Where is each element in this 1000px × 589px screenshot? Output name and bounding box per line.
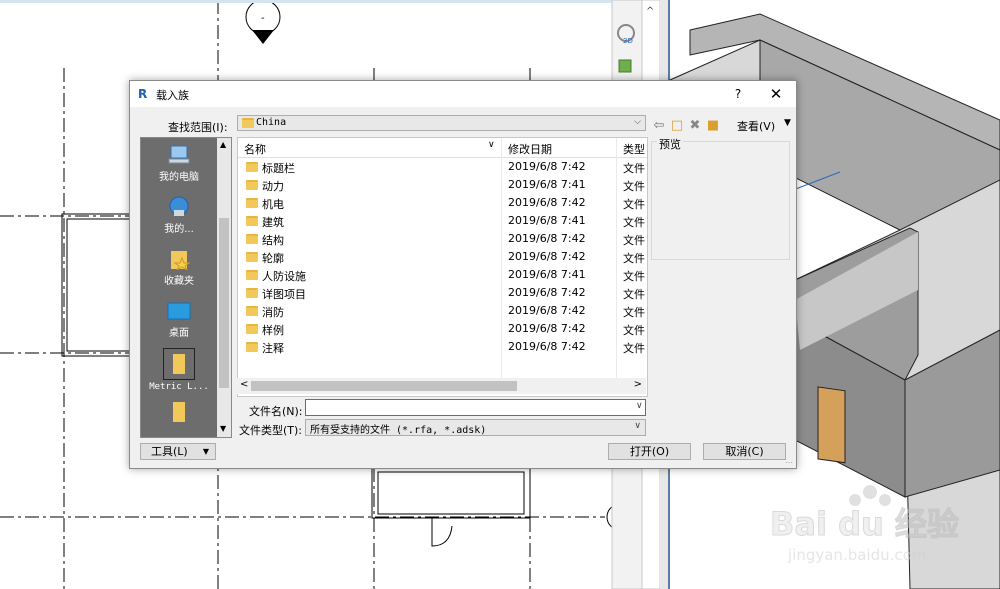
desktop-icon bbox=[166, 300, 192, 322]
filename-dropdown-icon[interactable]: ∨ bbox=[636, 401, 643, 411]
filetype-label: 文件类型(T): bbox=[239, 424, 303, 437]
list-item[interactable]: 结构 2019/6/8 7:42 文件 bbox=[238, 230, 647, 248]
close-button[interactable]: ✕ bbox=[764, 84, 788, 104]
svg-text:^: ^ bbox=[646, 6, 654, 17]
place-folder[interactable] bbox=[141, 400, 217, 424]
view-2d-label: 2D bbox=[623, 37, 633, 45]
scroll-right-icon[interactable]: > bbox=[634, 379, 642, 390]
list-item[interactable]: 注释 2019/6/8 7:42 文件 bbox=[238, 338, 647, 356]
preview-label: 预览 bbox=[657, 136, 683, 152]
revit-logo-icon: R bbox=[138, 87, 148, 101]
folder-icon bbox=[246, 234, 258, 244]
resize-grip-icon[interactable]: ⋯ bbox=[785, 458, 793, 467]
folder-icon bbox=[246, 324, 258, 334]
folder-icon bbox=[246, 162, 258, 172]
lookin-combo[interactable]: China ⌵ bbox=[237, 115, 646, 131]
preview-pane bbox=[651, 141, 790, 260]
scroll-up-icon[interactable]: ▲ bbox=[220, 140, 226, 149]
hscroll-thumb[interactable] bbox=[251, 381, 517, 391]
place-favorites[interactable]: 收藏夹 bbox=[141, 248, 217, 287]
list-item[interactable]: 消防 2019/6/8 7:42 文件 bbox=[238, 302, 647, 320]
places-scrollbar[interactable]: ▲ ▼ bbox=[217, 138, 231, 437]
column-modified[interactable]: 修改日期 bbox=[508, 141, 552, 157]
list-item[interactable]: 机电 2019/6/8 7:42 文件 bbox=[238, 194, 647, 212]
place-label: 我的... bbox=[164, 224, 194, 235]
scroll-down-icon[interactable]: ▼ bbox=[220, 424, 226, 433]
scroll-left-icon[interactable]: < bbox=[240, 379, 248, 390]
zoom-region-icon bbox=[618, 59, 632, 73]
dialog-title: 载入族 bbox=[156, 89, 189, 102]
folder-icon bbox=[246, 252, 258, 262]
folder-icon bbox=[246, 288, 258, 298]
up-folder-icon[interactable]: □ bbox=[670, 119, 684, 133]
filetype-value: 所有受支持的文件 (*.rfa, *.adsk) bbox=[310, 425, 487, 436]
filename-input[interactable] bbox=[305, 399, 646, 416]
favorites-folder-icon bbox=[166, 248, 192, 272]
view-menu[interactable]: 查看(V) bbox=[737, 118, 775, 134]
dialog-titlebar[interactable]: R 载入族 ? ✕ bbox=[130, 81, 796, 107]
cancel-button[interactable]: 取消(C) bbox=[703, 443, 786, 460]
list-item[interactable]: 人防设施 2019/6/8 7:41 文件 bbox=[238, 266, 647, 284]
folder-icon bbox=[246, 180, 258, 190]
filetype-combo[interactable]: 所有受支持的文件 (*.rfa, *.adsk) ∨ bbox=[305, 419, 646, 436]
column-type[interactable]: 类型 bbox=[623, 141, 645, 157]
chevron-down-icon: ∨ bbox=[634, 421, 641, 431]
place-label: 收藏夹 bbox=[164, 276, 194, 287]
view-menu-arrow-icon[interactable]: ▼ bbox=[784, 118, 791, 128]
lookin-value: China bbox=[256, 117, 287, 128]
load-family-dialog: R 载入族 ? ✕ 查找范围(I): China ⌵ ⇦ □ ✖ ■ 查看(V)… bbox=[129, 80, 797, 469]
place-desktop[interactable]: 桌面 bbox=[141, 300, 217, 339]
network-icon bbox=[166, 196, 192, 218]
list-item[interactable]: 样例 2019/6/8 7:42 文件 bbox=[238, 320, 647, 338]
tools-button[interactable]: 工具(L) ▼ bbox=[140, 443, 216, 460]
list-item[interactable]: 标题栏 2019/6/8 7:42 文件 bbox=[238, 158, 647, 176]
lookin-label: 查找范围(I): bbox=[168, 121, 228, 134]
list-header: 名称 ^ ∨ 修改日期 类型 bbox=[238, 137, 647, 378]
place-label: 我的电脑 bbox=[159, 172, 199, 183]
file-list-hscrollbar[interactable]: < > bbox=[237, 378, 646, 394]
list-item[interactable]: 轮廓 2019/6/8 7:42 文件 bbox=[238, 248, 647, 266]
help-button[interactable]: ? bbox=[728, 85, 748, 103]
folder-icon bbox=[242, 118, 254, 128]
column-filter-icon[interactable]: ∨ bbox=[488, 140, 495, 150]
place-metric-library[interactable]: Metric L... bbox=[141, 348, 217, 392]
folder-icon bbox=[166, 400, 192, 422]
place-label: Metric L... bbox=[149, 382, 209, 392]
computer-icon bbox=[166, 144, 192, 166]
place-network[interactable]: 我的... bbox=[141, 196, 217, 235]
watermark-logo-text: Bai du 经验 bbox=[770, 505, 959, 543]
places-bar: 我的电脑 我的... 收藏夹 桌面 Metric L... ▲ ▼ bbox=[140, 137, 232, 438]
new-folder-icon[interactable]: ■ bbox=[706, 119, 720, 133]
open-button[interactable]: 打开(O) bbox=[608, 443, 691, 460]
sort-ascending-icon: ^ bbox=[366, 137, 374, 145]
place-label: 桌面 bbox=[169, 328, 189, 339]
folder-icon bbox=[246, 198, 258, 208]
back-icon[interactable]: ⇦ bbox=[652, 119, 666, 133]
place-my-computer[interactable]: 我的电脑 bbox=[141, 144, 217, 183]
filename-label: 文件名(N): bbox=[249, 405, 303, 418]
chevron-down-icon: ⌵ bbox=[634, 117, 641, 127]
list-item[interactable]: 详图项目 2019/6/8 7:42 文件 bbox=[238, 284, 647, 302]
watermark-url: jingyan.baidu.com bbox=[787, 546, 926, 564]
tools-arrow-icon: ▼ bbox=[202, 447, 209, 456]
folder-icon bbox=[246, 306, 258, 316]
folder-icon bbox=[246, 216, 258, 226]
list-item[interactable]: 建筑 2019/6/8 7:41 文件 bbox=[238, 212, 647, 230]
places-scroll-thumb[interactable] bbox=[219, 218, 229, 388]
delete-icon[interactable]: ✖ bbox=[688, 119, 702, 133]
folder-icon bbox=[246, 342, 258, 352]
list-item[interactable]: 动力 2019/6/8 7:41 文件 bbox=[238, 176, 647, 194]
column-name[interactable]: 名称 bbox=[244, 141, 266, 157]
file-list[interactable]: 名称 ^ ∨ 修改日期 类型 标题栏 2019/6/8 7:42 文件 动力 2019… bbox=[237, 137, 648, 397]
library-folder-icon bbox=[163, 348, 195, 380]
svg-text:-: - bbox=[261, 13, 265, 24]
door bbox=[817, 386, 846, 464]
folder-icon bbox=[246, 270, 258, 280]
